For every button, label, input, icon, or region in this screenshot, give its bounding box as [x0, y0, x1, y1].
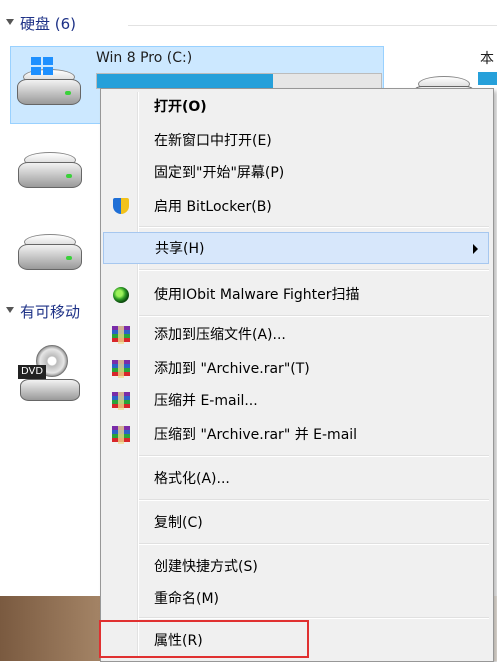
- menu-separator: [139, 543, 489, 545]
- drive-usage-fill-partial: [478, 72, 497, 85]
- windows-logo-icon: [31, 57, 55, 77]
- menu-item-open-new-window[interactable]: 在新窗口中打开(E): [103, 127, 489, 155]
- drive-c-usage-bar: [96, 73, 382, 89]
- menu-item-copy[interactable]: 复制(C): [103, 509, 489, 537]
- dvd-drive-icon[interactable]: DVD: [16, 345, 82, 401]
- menu-item-label: 重命名(M): [154, 591, 220, 607]
- hard-drive-icon[interactable]: [18, 148, 82, 190]
- menu-item-iobit-scan[interactable]: 使用IObit Malware Fighter扫描: [103, 281, 489, 309]
- menu-item-label: 使用IObit Malware Fighter扫描: [154, 287, 360, 303]
- menu-item-format[interactable]: 格式化(A)...: [103, 465, 489, 493]
- menu-item-add-to-archive[interactable]: 添加到压缩文件(A)...: [103, 321, 489, 349]
- menu-separator: [139, 269, 489, 271]
- shield-icon: [111, 197, 131, 217]
- submenu-arrow-icon: [473, 244, 478, 254]
- menu-item-rename[interactable]: 重命名(M): [103, 585, 489, 613]
- collapse-triangle-icon[interactable]: [6, 19, 14, 25]
- menu-separator: [139, 499, 489, 501]
- menu-item-pin-to-start[interactable]: 固定到"开始"屏幕(P): [103, 159, 489, 187]
- menu-item-label: 打开(O): [154, 99, 207, 115]
- menu-separator: [139, 617, 489, 619]
- hard-disks-group-header[interactable]: 硬盘 (6): [0, 14, 497, 36]
- menu-item-label: 在新窗口中打开(E): [154, 133, 272, 149]
- winrar-icon: [111, 425, 131, 445]
- properties-highlight-box: [99, 620, 309, 658]
- menu-item-label: 创建快捷方式(S): [154, 559, 258, 575]
- winrar-icon: [111, 391, 131, 411]
- removable-header: 有可移动: [20, 303, 81, 321]
- hard-disks-header: 硬盘 (6): [20, 15, 77, 33]
- drive-c-name: Win 8 Pro (C:): [96, 50, 193, 66]
- menu-item-label: 启用 BitLocker(B): [154, 199, 272, 215]
- menu-separator: [139, 315, 489, 317]
- menu-item-label: 压缩到 "Archive.rar" 并 E-mail: [154, 427, 358, 443]
- menu-item-add-to-archive-rar[interactable]: 添加到 "Archive.rar"(T): [103, 355, 489, 383]
- menu-separator: [139, 226, 489, 228]
- menu-item-label: 固定到"开始"屏幕(P): [154, 165, 285, 181]
- context-menu: 打开(O) 在新窗口中打开(E) 固定到"开始"屏幕(P) 启用 BitLock…: [100, 88, 494, 662]
- menu-item-create-shortcut[interactable]: 创建快捷方式(S): [103, 553, 489, 581]
- menu-item-open[interactable]: 打开(O): [103, 93, 489, 121]
- menu-item-label: 添加到 "Archive.rar"(T): [154, 361, 310, 377]
- menu-item-label: 添加到压缩文件(A)...: [154, 327, 286, 343]
- menu-item-compress-and-email[interactable]: 压缩并 E-mail...: [103, 387, 489, 415]
- menu-item-compress-rar-and-email[interactable]: 压缩到 "Archive.rar" 并 E-mail: [103, 421, 489, 449]
- collapse-triangle-icon[interactable]: [6, 307, 14, 313]
- iobit-icon: [111, 285, 131, 305]
- drive-right-partial-name[interactable]: 本: [480, 48, 494, 68]
- menu-item-share[interactable]: 共享(H): [103, 232, 489, 264]
- dvd-label: DVD: [18, 365, 46, 379]
- menu-separator: [139, 455, 489, 457]
- hard-drive-icon[interactable]: [18, 230, 82, 272]
- menu-item-label: 复制(C): [154, 515, 203, 531]
- group-divider: [128, 25, 497, 26]
- menu-item-label: 格式化(A)...: [154, 471, 230, 487]
- menu-item-label: 共享(H): [155, 241, 205, 257]
- drive-c-usage-fill: [97, 74, 274, 88]
- menu-item-label: 压缩并 E-mail...: [154, 393, 258, 409]
- winrar-icon: [111, 359, 131, 379]
- winrar-icon: [111, 325, 131, 345]
- menu-item-enable-bitlocker[interactable]: 启用 BitLocker(B): [103, 193, 489, 221]
